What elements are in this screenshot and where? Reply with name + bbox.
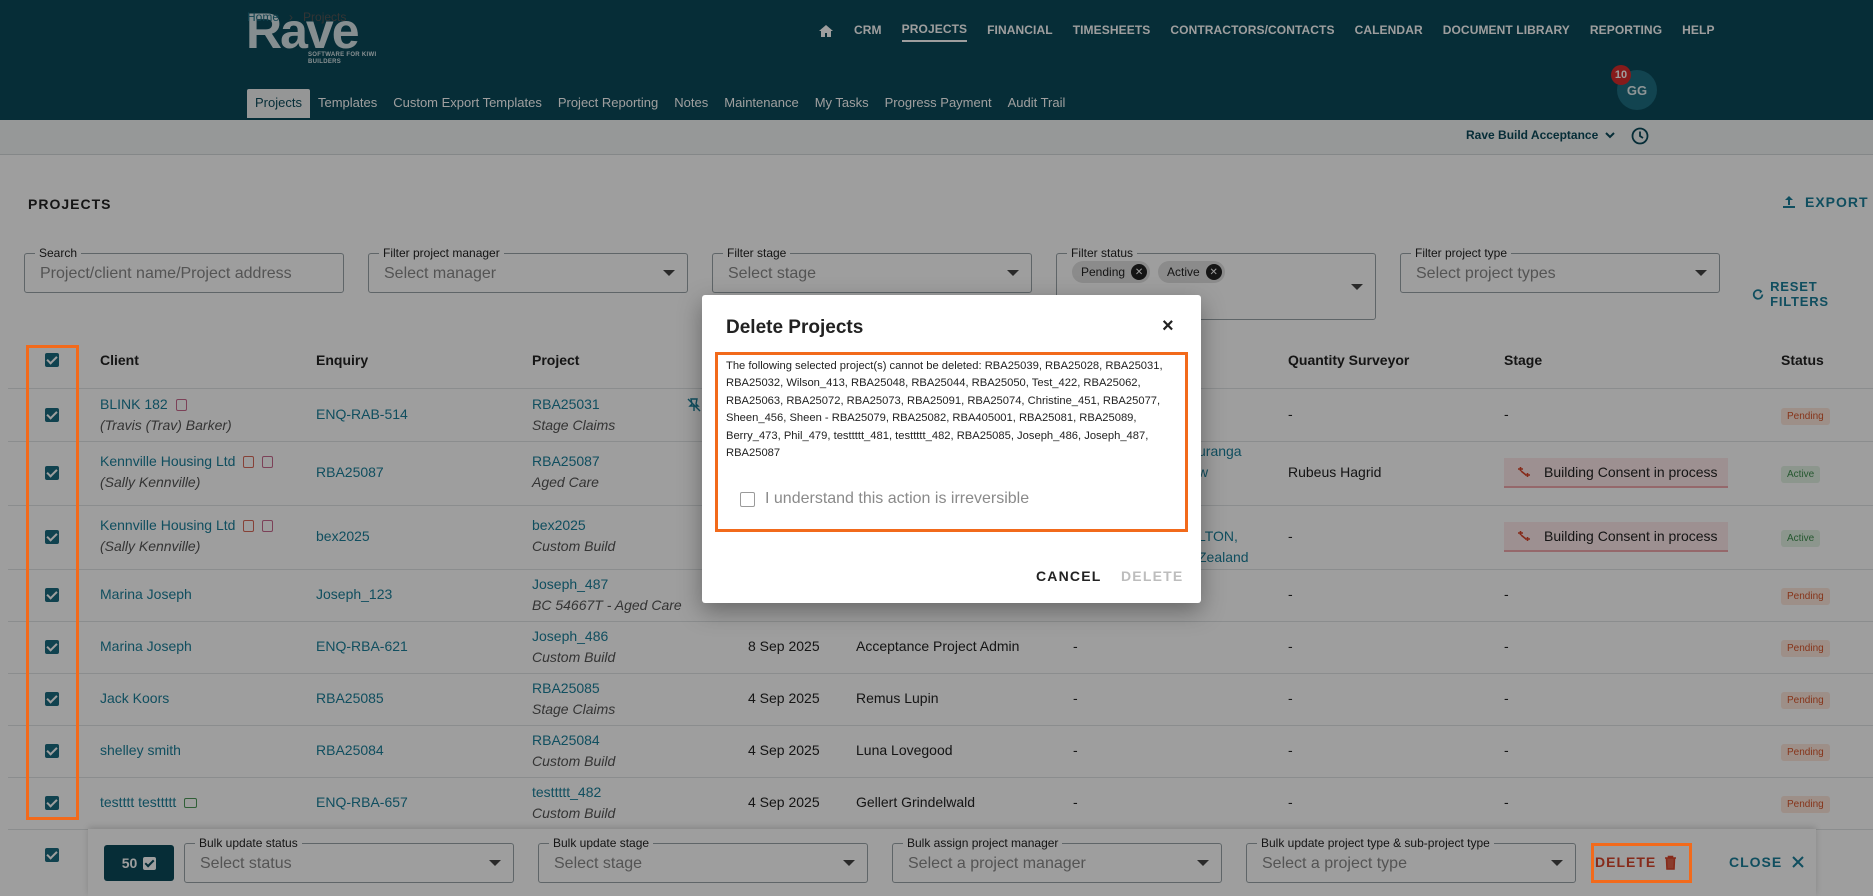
highlight-checkbox-column (26, 345, 79, 820)
confirm-delete-button[interactable]: DELETE (1121, 568, 1183, 584)
dialog-title: Delete Projects (726, 317, 864, 338)
highlight-dialog-message (715, 352, 1188, 532)
cancel-button[interactable]: CANCEL (1036, 568, 1102, 584)
highlight-delete-button (1591, 843, 1692, 883)
dialog-close-icon[interactable]: × (1162, 315, 1174, 338)
